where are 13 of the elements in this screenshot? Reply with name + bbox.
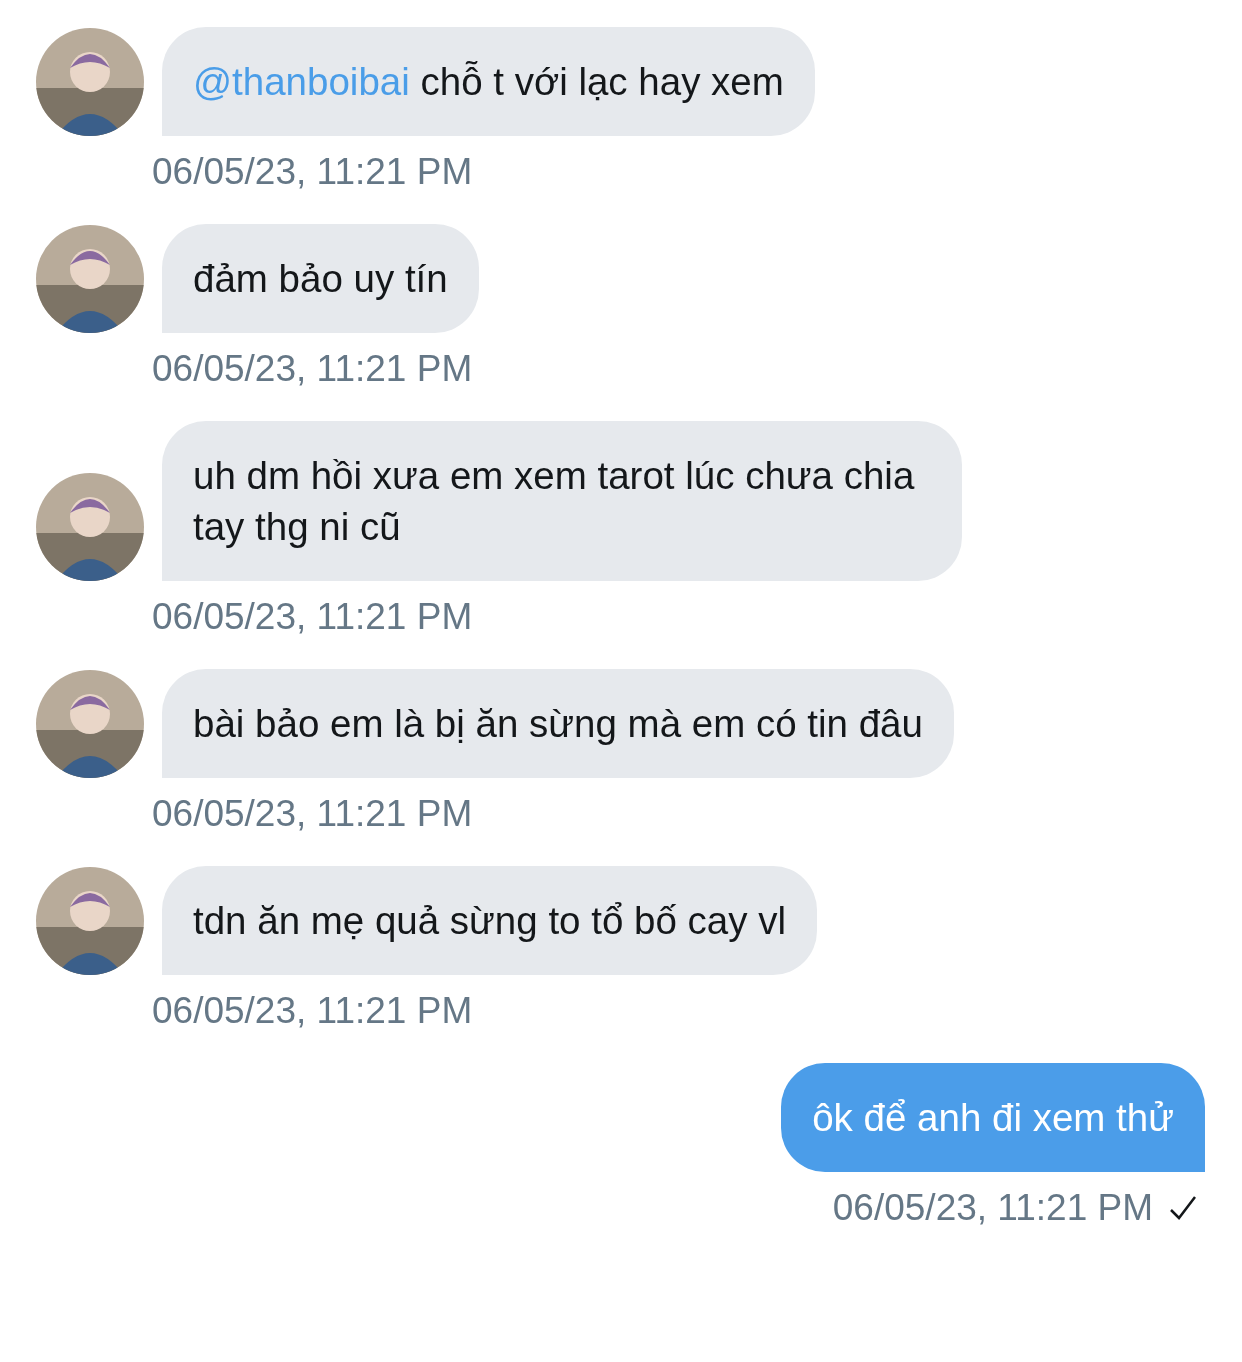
mention-link[interactable]: @thanboibai	[193, 60, 410, 103]
message-text: chỗ t với lạc hay xem	[420, 60, 784, 103]
message-bubble: tdn ăn mẹ quả sừng to tổ bố cay vl	[162, 866, 817, 975]
message-bubble: ôk để anh đi xem thử	[781, 1063, 1205, 1172]
timestamp: 06/05/23, 11:21 PM	[152, 792, 473, 836]
timestamp: 06/05/23, 11:21 PM	[152, 989, 473, 1033]
timestamp: 06/05/23, 11:21 PM	[832, 1186, 1153, 1230]
message-bubble: uh dm hồi xưa em xem tarot lúc chưa chia tay thg ni cũ	[162, 421, 962, 581]
timestamp: 06/05/23, 11:21 PM	[152, 150, 473, 194]
timestamp: 06/05/23, 11:21 PM	[152, 595, 473, 639]
message-bubble: đảm bảo uy tín	[162, 224, 479, 333]
timestamp: 06/05/23, 11:21 PM	[152, 347, 473, 391]
message-bubble: bài bảo em là bị ăn sừng mà em có tin đâu	[162, 669, 954, 778]
